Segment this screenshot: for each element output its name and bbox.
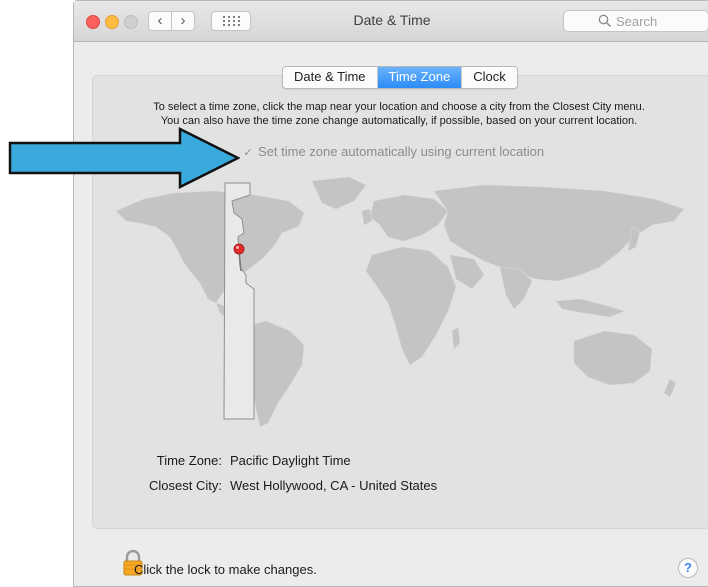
timezone-value: Pacific Daylight Time [230,453,351,468]
europe-shape [369,194,449,242]
tab-clock[interactable]: Clock [462,67,517,88]
show-all-button[interactable] [211,11,251,31]
indonesia-shape [555,298,625,318]
greenland-shape [311,176,367,210]
madagascar-shape [451,326,461,350]
minimize-button[interactable] [105,15,119,29]
timezone-label: Time Zone: [156,453,222,468]
close-button[interactable] [86,15,100,29]
closest-city-value[interactable]: West Hollywood, CA - United States [230,478,437,493]
forward-button[interactable]: › [171,11,195,31]
north-america-shape [115,190,305,304]
closest-city-label: Closest City: [149,478,222,493]
search-field[interactable]: Search [563,10,708,32]
checkmark-icon: ✓ [243,147,253,159]
tab-bar: Date & Time Time Zone Clock [282,66,518,89]
australia-shape [573,330,653,386]
instructions-line-2: You can also have the time zone change a… [160,115,638,127]
auto-timezone-label: Set time zone automatically using curren… [258,144,545,159]
chevron-left-icon: ‹ [157,12,163,29]
lock-message: Click the lock to make changes. [134,562,317,577]
instructions-line-1: To select a time zone, click the map nea… [153,101,645,113]
arabia-shape [449,254,485,290]
help-button[interactable]: ? [678,558,698,578]
new-zealand-shape [663,378,677,398]
search-placeholder: Search [616,14,658,29]
back-button[interactable]: ‹ [148,11,172,31]
uk-shape [361,208,373,226]
grid-icon [223,16,240,26]
auto-timezone-checkbox[interactable]: ✓ Set time zone automatically using curre… [242,144,544,159]
instructions-text: To select a time zone, click the map nea… [104,100,694,128]
title-bar: ‹ › Date & Time Search [74,1,708,42]
chevron-right-icon: › [180,12,186,29]
africa-shape [365,246,457,366]
date-time-window: ‹ › Date & Time Search Date & Time Time … [73,0,708,587]
tab-date-time[interactable]: Date & Time [283,67,378,88]
world-map[interactable] [104,171,704,431]
tab-time-zone[interactable]: Time Zone [377,67,463,88]
search-icon [598,14,612,28]
annotation-arrow [8,127,240,189]
zoom-button[interactable] [124,15,138,29]
window-title: Date & Time [353,12,431,28]
